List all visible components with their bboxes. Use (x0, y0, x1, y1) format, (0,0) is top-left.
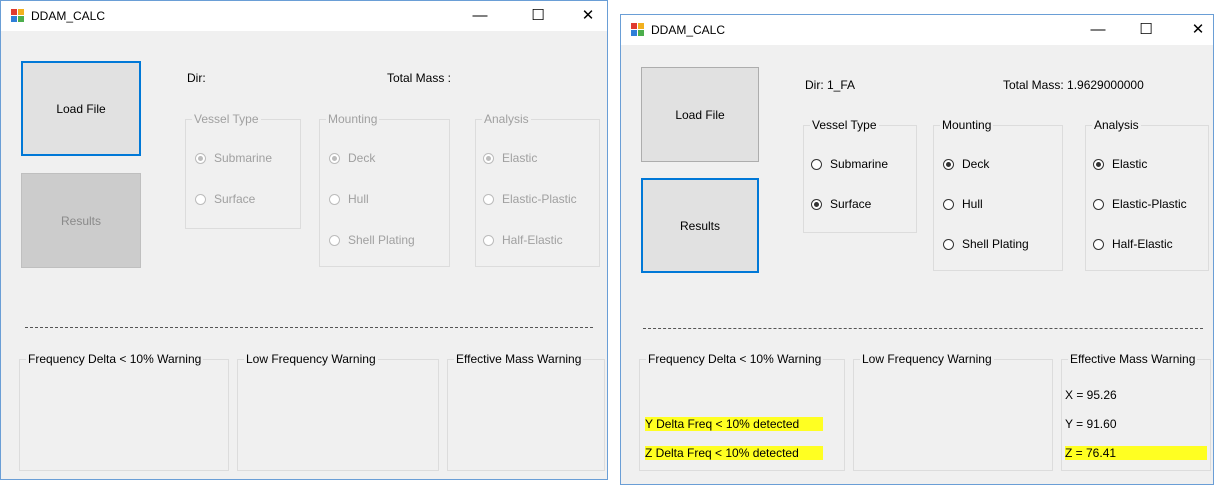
close-icon[interactable]: ✕ (565, 1, 611, 31)
radio-icon (195, 152, 206, 164)
radio-elastic-plastic[interactable]: Elastic-Plastic (1093, 197, 1187, 211)
radio-icon (329, 152, 340, 164)
radio-icon (1093, 238, 1104, 250)
results-button[interactable]: Results (641, 178, 759, 273)
low-freq-legend: Low Frequency Warning (860, 352, 994, 366)
eff-mass-warning-group: Effective Mass Warning (447, 352, 605, 471)
low-freq-legend: Low Frequency Warning (244, 352, 378, 366)
radio-icon (943, 158, 954, 170)
radio-hull: Hull (329, 192, 369, 206)
dir-label: Dir: 1_FA (805, 78, 856, 92)
right-title-bar[interactable]: DDAM_CALC — ☐ ✕ (621, 15, 1213, 45)
mass-value-z: Z = 76.41 (1065, 446, 1207, 460)
radio-deck: Deck (329, 151, 375, 165)
mass-value-y: Y = 91.60 (1065, 417, 1117, 431)
radio-icon (483, 234, 494, 246)
vessel-type-legend: Vessel Type (192, 112, 261, 126)
left-window: DDAM_CALC — ☐ ✕ Load File Results Dir: T… (0, 0, 608, 480)
low-freq-warning-group: Low Frequency Warning (237, 352, 439, 471)
radio-hull[interactable]: Hull (943, 197, 983, 211)
load-file-button[interactable]: Load File (641, 67, 759, 162)
load-file-button[interactable]: Load File (21, 61, 141, 156)
radio-icon (1093, 198, 1104, 210)
analysis-legend: Analysis (482, 112, 531, 126)
separator-line (25, 327, 593, 328)
radio-half-elastic: Half-Elastic (483, 233, 563, 247)
radio-icon (329, 193, 340, 205)
maximize-icon[interactable]: ☐ (1123, 15, 1169, 45)
radio-deck[interactable]: Deck (943, 157, 989, 171)
freq-delta-warning-group: Frequency Delta < 10% Warning (19, 352, 229, 471)
minimize-icon[interactable]: — (1075, 15, 1121, 45)
vessel-type-group: Vessel Type (185, 112, 301, 229)
radio-elastic: Elastic (483, 151, 537, 165)
radio-icon (329, 234, 340, 246)
window-title: DDAM_CALC (31, 9, 106, 23)
radio-icon (195, 193, 206, 205)
radio-submarine: Submarine (195, 151, 272, 165)
radio-icon (943, 198, 954, 210)
radio-surface: Surface (195, 192, 255, 206)
radio-shell-plating: Shell Plating (329, 233, 415, 247)
minimize-icon[interactable]: — (457, 1, 503, 31)
left-title-bar[interactable]: DDAM_CALC — ☐ ✕ (1, 1, 607, 31)
separator-line (643, 328, 1203, 329)
radio-icon (943, 238, 954, 250)
mounting-legend: Mounting (326, 112, 380, 126)
radio-icon (811, 158, 822, 170)
radio-half-elastic[interactable]: Half-Elastic (1093, 237, 1173, 251)
radio-shell-plating[interactable]: Shell Plating (943, 237, 1029, 251)
total-mass-label: Total Mass : (387, 71, 452, 85)
mounting-legend: Mounting (940, 118, 994, 132)
vessel-type-group: Vessel Type (803, 118, 917, 233)
low-freq-warning-group: Low Frequency Warning (853, 352, 1053, 471)
freq-delta-legend: Frequency Delta < 10% Warning (26, 352, 204, 366)
radio-elastic[interactable]: Elastic (1093, 157, 1147, 171)
mass-value-x: X = 95.26 (1065, 388, 1117, 402)
dir-label: Dir: (187, 71, 206, 85)
analysis-legend: Analysis (1092, 118, 1141, 132)
eff-mass-legend: Effective Mass Warning (454, 352, 584, 366)
radio-icon (1093, 158, 1104, 170)
freq-warning-y: Y Delta Freq < 10% detected (645, 417, 823, 431)
vessel-type-legend: Vessel Type (810, 118, 879, 132)
window-title: DDAM_CALC (651, 23, 726, 37)
radio-icon (811, 198, 822, 210)
radio-icon (483, 152, 494, 164)
freq-warning-z: Z Delta Freq < 10% detected (645, 446, 823, 460)
eff-mass-legend: Effective Mass Warning (1068, 352, 1198, 366)
right-window: DDAM_CALC — ☐ ✕ Load File Results Dir: 1… (620, 14, 1214, 485)
results-button: Results (21, 173, 141, 268)
total-mass-label: Total Mass: 1.9629000000 (1003, 78, 1144, 92)
close-icon[interactable]: ✕ (1175, 15, 1214, 45)
app-icon (11, 9, 25, 23)
radio-icon (483, 193, 494, 205)
radio-submarine[interactable]: Submarine (811, 157, 888, 171)
radio-elastic-plastic: Elastic-Plastic (483, 192, 577, 206)
freq-delta-legend: Frequency Delta < 10% Warning (646, 352, 824, 366)
app-icon (631, 23, 645, 37)
radio-surface[interactable]: Surface (811, 197, 871, 211)
maximize-icon[interactable]: ☐ (515, 1, 561, 31)
